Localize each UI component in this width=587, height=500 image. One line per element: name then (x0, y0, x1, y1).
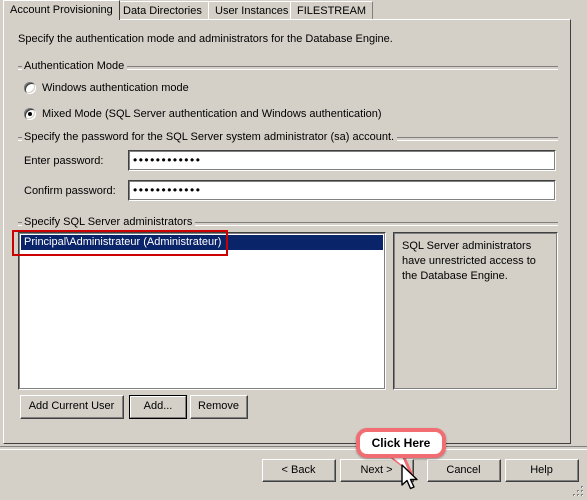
radio-label-windows: Windows authentication mode (42, 82, 189, 94)
authentication-mode-group-title: Authentication Mode (22, 60, 128, 72)
next-button[interactable]: Next > (340, 459, 414, 482)
callout-label: Click Here (371, 436, 431, 450)
add-current-user-button[interactable]: Add Current User (20, 395, 124, 419)
help-button[interactable]: Help (505, 459, 579, 482)
radio-label-mixed-mode: Mixed Mode (SQL Server authentication an… (42, 108, 382, 120)
cancel-label: Cancel (428, 460, 500, 481)
help-label: Help (506, 460, 578, 481)
cancel-button[interactable]: Cancel (427, 459, 501, 482)
tab-filestream[interactable]: FILESTREAM (290, 1, 374, 19)
tab-account-provisioning[interactable]: Account Provisioning (3, 0, 120, 20)
enter-password-value: •••••••••••• (133, 153, 202, 167)
remove-label: Remove (191, 396, 247, 418)
resize-grip-icon[interactable] (571, 484, 585, 498)
back-button[interactable]: < Back (262, 459, 336, 482)
administrators-group-title: Specify SQL Server administrators (22, 216, 196, 228)
page-intro-text: Specify the authentication mode and admi… (18, 33, 393, 45)
tab-page-account-provisioning: Specify the authentication mode and admi… (3, 19, 571, 444)
enter-password-label: Enter password: (24, 155, 104, 167)
confirm-password-label: Confirm password: (24, 185, 116, 197)
tab-label: Data Directories (123, 5, 202, 17)
list-item-label: Principal\Administrateur (Administrateur… (24, 236, 222, 248)
list-item[interactable]: Principal\Administrateur (Administrateur… (21, 235, 383, 250)
radio-indicator-windows[interactable] (24, 82, 36, 94)
bottom-separator (0, 446, 587, 450)
tab-label: FILESTREAM (297, 5, 367, 17)
tab-data-directories[interactable]: Data Directories (116, 1, 209, 19)
radio-indicator-mixed-mode[interactable] (24, 108, 36, 120)
radio-mixed-mode[interactable]: Mixed Mode (SQL Server authentication an… (24, 107, 382, 121)
confirm-password-input[interactable]: •••••••••••• (128, 180, 556, 201)
click-here-callout: Click Here (356, 428, 446, 458)
tab-strip: Account Provisioning Data Directories Us… (0, 0, 587, 20)
add-current-user-label: Add Current User (21, 396, 123, 418)
confirm-password-value: •••••••••••• (133, 183, 202, 197)
next-label: Next > (341, 460, 413, 481)
tab-user-instances[interactable]: User Instances (208, 1, 296, 19)
add-button[interactable]: Add... (129, 395, 187, 419)
remove-button[interactable]: Remove (190, 395, 248, 419)
password-group-title: Specify the password for the SQL Server … (22, 131, 398, 143)
tab-label: Account Provisioning (10, 4, 113, 16)
add-label: Add... (130, 396, 186, 418)
radio-windows-authentication[interactable]: Windows authentication mode (24, 81, 189, 95)
back-label: < Back (263, 460, 335, 481)
administrators-info-panel: SQL Server administrators have unrestric… (393, 232, 558, 390)
enter-password-input[interactable]: •••••••••••• (128, 150, 556, 171)
tab-label: User Instances (215, 5, 289, 17)
sql-server-administrators-listbox[interactable]: Principal\Administrateur (Administrateur… (18, 232, 386, 390)
administrators-info-text: SQL Server administrators have unrestric… (402, 240, 536, 282)
